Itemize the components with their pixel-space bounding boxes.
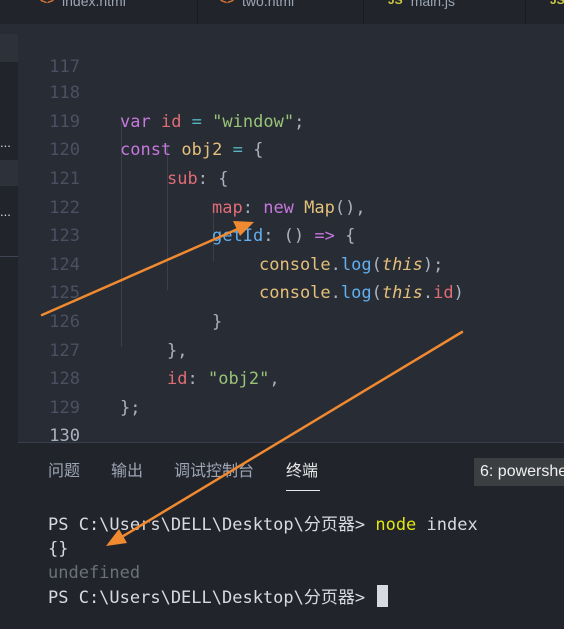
terminal-command: node (375, 515, 417, 535)
tab-debug-console[interactable]: 调试控制台 (174, 462, 254, 482)
code-line: 130 obj2.sub.getId(); (18, 394, 564, 442)
js-file-icon: JS (550, 0, 564, 7)
code-line: 124 console.log(this.id) (18, 222, 564, 304)
code-line: 122 getId: () => { (18, 165, 564, 247)
tab-problems[interactable]: 问题 (48, 462, 80, 482)
code-line: 121 map: new Map(), (18, 136, 564, 218)
bottom-panel: 问题 输出 调试控制台 终端 6: powershell PS C:\Users… (18, 442, 564, 629)
tab-label: two.html (242, 0, 295, 9)
terminal-line: {} (48, 539, 69, 559)
tab-main-js[interactable]: JS main.js (364, 0, 526, 24)
sidebar-overflow-text: ... (0, 205, 11, 219)
code-line: 129 (18, 365, 564, 418)
code-line: 120 sub: { (18, 108, 564, 189)
code-editor[interactable]: 117 118 var id = "window"; 119 const obj… (18, 24, 564, 442)
terminal-select[interactable]: 6: powershell (474, 458, 564, 486)
tab-index-html[interactable]: <> index.html (22, 0, 198, 24)
sidebar: ... ... (0, 24, 18, 629)
terminal-args: index (416, 515, 478, 535)
code-line: 126 }, (18, 279, 564, 361)
tab-output[interactable]: 输出 (111, 462, 143, 482)
line-number-current: 130 (49, 426, 80, 442)
js-file-icon: JS (388, 0, 403, 7)
tab-terminal[interactable]: 终端 (286, 462, 318, 482)
code-line: 128 }; (18, 337, 564, 418)
html-file-icon: <> (220, 0, 235, 7)
terminal-prompt: PS C:\Users\DELL\Desktop\分页器> (48, 588, 376, 608)
code-line: 117 (18, 24, 564, 77)
tab-overflow[interactable]: JS (526, 0, 564, 24)
code-line: 119 const obj2 = { (18, 79, 564, 161)
code-line: 127 id: "obj2", (18, 308, 564, 390)
sidebar-item[interactable] (0, 34, 18, 62)
code-line: 118 var id = "window"; (18, 51, 564, 132)
sidebar-overflow-text: ... (0, 136, 11, 150)
terminal-line: undefined (48, 563, 141, 583)
sidebar-divider (0, 256, 18, 257)
html-file-icon: <> (40, 0, 55, 7)
code-line: 125 } (18, 251, 564, 332)
code-line: 123 console.log(this); (18, 194, 564, 275)
tab-label: main.js (410, 0, 456, 9)
active-tab-indicator (286, 490, 320, 491)
tab-two-html[interactable]: <> two.html (198, 0, 364, 24)
tab-label: index.html (62, 0, 126, 9)
terminal-prompt: PS C:\Users\DELL\Desktop\分页器> (48, 515, 376, 535)
terminal-output[interactable]: PS C:\Users\DELL\Desktop\分页器> node index… (48, 513, 478, 609)
terminal-cursor (377, 585, 389, 607)
sidebar-band (0, 24, 18, 34)
editor-tab-bar: <> index.html <> two.html JS main.js JS (0, 0, 564, 24)
terminal-line: PS C:\Users\DELL\Desktop\分页器> node index (48, 513, 478, 537)
sidebar-item-selected[interactable] (0, 160, 18, 186)
terminal-line: PS C:\Users\DELL\Desktop\分页器> (48, 585, 478, 609)
